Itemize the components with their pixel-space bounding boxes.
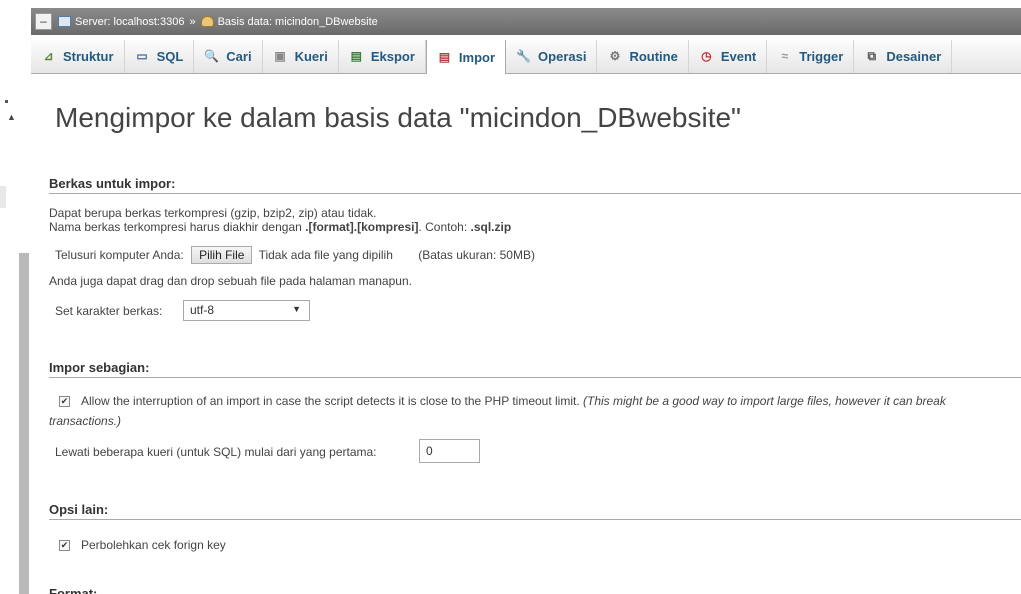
file-desc-2-prefix: Nama berkas terkompresi harus diakhir de… [49,220,306,234]
tab-label: Operasi [538,49,587,64]
foreign-key-row: ✔ Perbolehkan cek forign key [59,538,226,552]
search-icon: 🔍 [204,49,220,63]
file-desc-2: Nama berkas terkompresi harus diakhir de… [49,220,511,234]
tab-label: Event [720,49,757,64]
import-icon: ▤ [438,49,451,64]
tab-label: Struktur [63,49,114,64]
tab-routine[interactable]: ⚙ Routine [597,40,689,73]
breadcrumb-separator: » [189,15,196,28]
tab-label: Trigger [799,49,844,64]
browse-row: Telusuri komputer Anda: Pilih File Tidak… [55,246,535,264]
chevron-down-icon: ▼ [292,304,301,314]
tab-sql[interactable]: ▭ SQL [125,40,195,73]
tab-kueri[interactable]: ▣ Kueri [263,40,339,73]
tab-label: Impor [458,49,496,65]
tab-label: SQL [156,49,184,64]
file-desc-1: Dapat berupa berkas terkompresi (gzip, b… [49,206,377,220]
section-other-title: Opsi lain: [49,502,1021,520]
tab-trigger[interactable]: ≈ Trigger [767,40,855,73]
left-gutter: ▲ [0,0,30,594]
tab-label: Desainer [886,49,942,64]
allow-interrupt-label: Allow the interruption of an import in c… [81,394,580,408]
tab-desainer[interactable]: ⧉ Desainer [854,40,953,73]
gutter-shade [0,186,6,208]
server-icon [58,16,71,27]
file-desc-2-example: .sql.zip [470,220,512,234]
tab-label: Routine [629,49,678,64]
allow-interrupt-note: (This might be a good way to import larg… [583,394,946,408]
tab-label: Ekspor [370,49,415,64]
allow-interrupt-checkbox[interactable]: ✔ [59,396,70,408]
browse-label: Telusuri komputer Anda: [55,248,184,262]
sql-icon: ▭ [136,49,148,63]
server-bar: – Server: localhost:3306 » Basis data: m… [31,8,1021,35]
foreign-key-checkbox[interactable]: ✔ [59,540,70,552]
section-partial-title: Impor sebagian: [49,360,1021,378]
tab-label: Cari [226,49,252,64]
foreign-key-label: Perbolehkan cek forign key [81,538,226,552]
clock-icon: ◷ [701,49,712,63]
tab-event[interactable]: ◷ Event [689,40,768,73]
page-title: Mengimpor ke dalam basis data "micindon_… [55,102,741,133]
skip-label: Lewati beberapa kueri (untuk SQL) mulai … [55,445,377,459]
section-file-title: Berkas untuk impor: [49,176,1021,194]
file-desc-2-mid: . Contoh: [418,220,471,234]
allow-interrupt-note-2: transactions.) [49,414,122,428]
export-icon: ▤ [350,49,362,63]
routine-icon: ⚙ [609,49,621,63]
tab-impor[interactable]: ▤ Impor [425,40,507,74]
drag-hint: Anda juga dapat drag dan drop sebuah fil… [49,274,412,288]
scroll-up-arrow-icon[interactable]: ▲ [7,112,16,122]
charset-label: Set karakter berkas: [55,304,163,318]
query-icon: ▣ [274,49,286,63]
choose-file-button[interactable]: Pilih File [191,246,253,264]
no-file-text: Tidak ada file yang dipilih [258,248,393,262]
breadcrumb: Server: localhost:3306 » Basis data: mic… [58,16,378,28]
charset-value: utf-8 [190,303,215,317]
wrench-icon: 🔧 [516,49,531,63]
allow-interrupt-row: ✔ Allow the interruption of an import in … [59,394,946,408]
max-size-text: (Batas ukuran: 50MB) [418,248,535,262]
collapse-button[interactable]: – [35,13,52,30]
skip-queries-input[interactable]: 0 [419,439,480,463]
main-content: Mengimpor ke dalam basis data "micindon_… [49,74,1021,594]
tab-cari[interactable]: 🔍 Cari [194,40,263,73]
tab-struktur[interactable]: ⊿ Struktur [31,40,125,73]
structure-icon: ⊿ [43,49,54,63]
database-icon [200,16,214,27]
tab-label: Kueri [294,49,328,64]
tab-ekspor[interactable]: ▤ Ekspor [339,40,426,73]
navigation-scrollbar[interactable] [19,253,29,594]
tab-bar: ⊿ Struktur ▭ SQL 🔍 Cari ▣ Kueri ▤ Ekspor ▤ Imp… [31,40,1021,74]
tab-operasi[interactable]: 🔧 Operasi [506,40,598,73]
charset-select[interactable]: utf-8 ▼ [183,300,310,321]
breadcrumb-server[interactable]: Server: localhost:3306 [75,16,184,28]
gutter-dot [5,100,8,103]
trigger-icon: ≈ [781,49,789,63]
file-desc-2-format: .[format].[kompresi] [305,220,419,234]
breadcrumb-database[interactable]: Basis data: micindon_DBwebsite [218,16,378,28]
designer-icon: ⧉ [867,49,877,63]
section-format-title: Format: [49,586,1021,594]
